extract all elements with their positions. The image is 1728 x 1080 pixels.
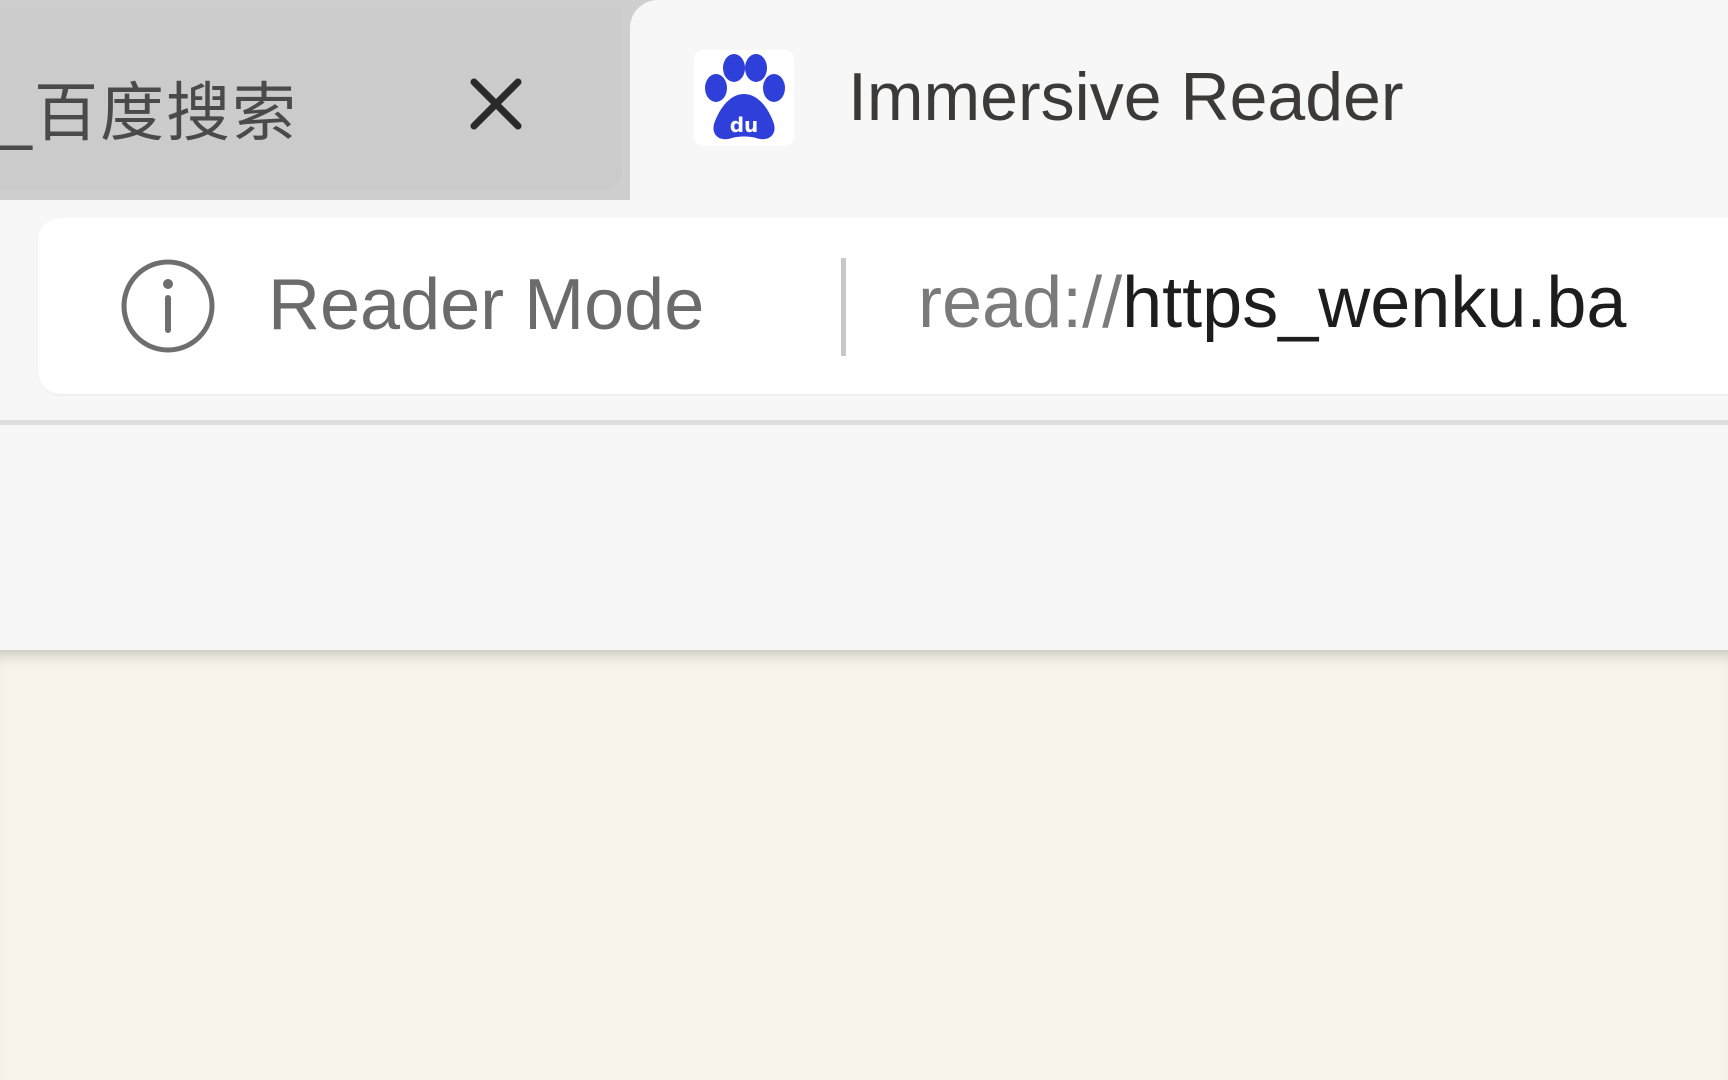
url-path: https_wenku.ba	[1122, 263, 1627, 343]
close-icon[interactable]	[456, 64, 536, 144]
tab-title: Immersive Reader	[848, 59, 1404, 135]
bookmarks-bar	[0, 425, 1728, 650]
url-text[interactable]: read://https_wenku.ba	[918, 262, 1626, 344]
address-bar[interactable]: Reader Mode read://https_wenku.ba	[38, 218, 1728, 394]
tab-strip: _百度搜索 du Immersive Reader	[0, 0, 1728, 215]
omnibox-divider	[841, 258, 846, 356]
toolbar: Reader Mode read://https_wenku.ba	[0, 200, 1728, 425]
tab-baidu-search[interactable]: _百度搜索	[0, 8, 622, 190]
url-scheme: read://	[918, 263, 1123, 343]
info-icon[interactable]	[118, 256, 218, 356]
reader-content	[0, 650, 1728, 1080]
tab-title: _百度搜索	[0, 77, 298, 151]
tab-immersive-reader[interactable]: du Immersive Reader	[630, 0, 1728, 215]
baidu-paw-icon: du	[694, 50, 794, 146]
svg-text:du: du	[730, 113, 759, 137]
reader-mode-label[interactable]: Reader Mode	[268, 264, 704, 346]
